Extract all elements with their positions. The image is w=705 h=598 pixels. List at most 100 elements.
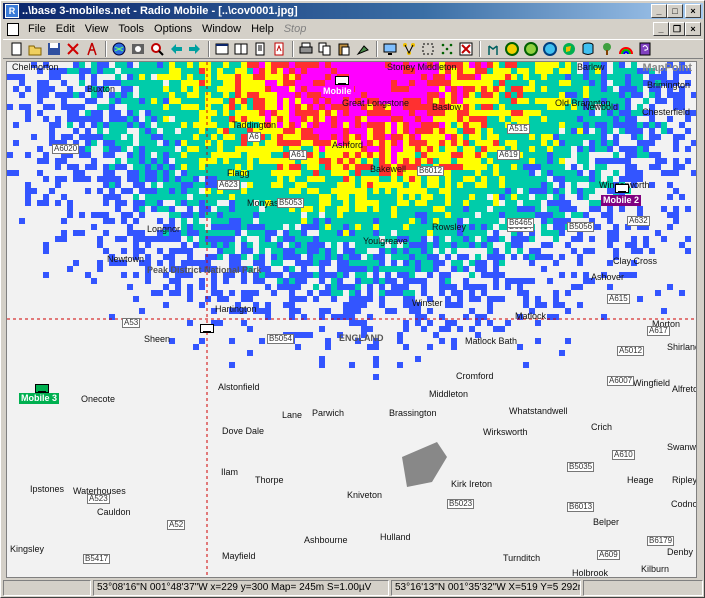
map-properties-icon[interactable]	[129, 41, 147, 57]
coverage-cell	[415, 110, 421, 116]
coverage-cell	[79, 152, 85, 158]
maximize-button[interactable]: □	[667, 4, 683, 18]
mobile-2-unit-label[interactable]: Mobile 2	[601, 195, 642, 206]
tree-icon[interactable]	[598, 41, 616, 57]
coverage-cell	[211, 290, 217, 296]
window-icon[interactable]	[213, 41, 231, 57]
coverage-cell	[493, 272, 499, 278]
menu-view[interactable]: View	[80, 21, 114, 37]
coverage-cell	[583, 152, 589, 158]
coverage-map[interactable]: MapPoint Chelmorton Buxton Chesterfield Bar…	[6, 61, 697, 578]
coverage-cell	[589, 116, 595, 122]
coverage-cell	[337, 110, 343, 116]
new-file-icon[interactable]	[7, 41, 25, 57]
vertical-scrollbar[interactable]	[697, 61, 703, 578]
database-icon[interactable]	[579, 41, 597, 57]
mdi-close-button[interactable]: ×	[685, 22, 701, 36]
select-area-icon[interactable]	[419, 41, 437, 57]
coverage-cell	[433, 332, 439, 338]
coverage-cell	[217, 134, 223, 140]
coverage-cell	[307, 224, 313, 230]
monitor-icon[interactable]	[381, 41, 399, 57]
print-icon[interactable]	[297, 41, 315, 57]
road-label: B6179	[647, 536, 675, 546]
coverage-cell	[463, 278, 469, 284]
coverage-cell	[385, 188, 391, 194]
coverage-cell	[421, 194, 427, 200]
coverage-cell	[373, 152, 379, 158]
coverage-cell	[217, 104, 223, 110]
coverage-cell	[289, 92, 295, 98]
coverage-cell	[541, 128, 547, 134]
pick-icon[interactable]	[354, 41, 372, 57]
radio-mobile-app-icon[interactable]: R	[5, 4, 19, 18]
coverage-cell	[187, 284, 193, 290]
mdi-minimize-button[interactable]: _	[653, 22, 669, 36]
mobile-3-unit-label[interactable]: Mobile 3	[19, 393, 60, 404]
coverage-cell	[391, 248, 397, 254]
document-icon[interactable]	[7, 22, 19, 36]
coverage-cell	[547, 182, 553, 188]
split-window-icon[interactable]	[232, 41, 250, 57]
coverage-cell	[43, 248, 49, 254]
menu-help[interactable]: Help	[246, 21, 279, 37]
menu-stop[interactable]: Stop	[279, 21, 312, 37]
rainbow-icon[interactable]	[617, 41, 635, 57]
mobile-3-unit-icon[interactable]	[35, 384, 49, 393]
help-icon[interactable]	[636, 41, 654, 57]
combined-coverage-icon[interactable]	[541, 41, 559, 57]
coverage-cell	[337, 128, 343, 134]
coverage-cell	[391, 206, 397, 212]
coverage-cell	[295, 176, 301, 182]
coverage-cell	[259, 170, 265, 176]
coverage-cell	[307, 98, 313, 104]
coverage-icon[interactable]	[503, 41, 521, 57]
town-label: Matlock Bath	[465, 336, 518, 346]
coverage-cell	[361, 74, 367, 80]
minimize-button[interactable]: _	[651, 4, 667, 18]
radio-link-icon[interactable]	[484, 41, 502, 57]
coverage-cell	[205, 212, 211, 218]
paste-icon[interactable]	[335, 41, 353, 57]
base-station-icon[interactable]	[200, 324, 214, 333]
copy-icon[interactable]	[316, 41, 334, 57]
menu-options[interactable]: Options	[149, 21, 197, 37]
globe-icon[interactable]	[110, 41, 128, 57]
open-folder-icon[interactable]	[26, 41, 44, 57]
cancel-x-icon[interactable]	[457, 41, 475, 57]
zoom-icon[interactable]	[148, 41, 166, 57]
coverage-cell	[337, 188, 343, 194]
mdi-restore-button[interactable]: ❐	[669, 22, 685, 36]
back-arrow-icon[interactable]	[167, 41, 185, 57]
unit-x-red-icon[interactable]	[64, 41, 82, 57]
mobile-unit-icon[interactable]	[335, 76, 349, 85]
title-bar[interactable]: R ..\base 3-mobiles.net - Radio Mobile -…	[3, 3, 703, 19]
menu-file[interactable]: File	[23, 21, 51, 37]
menu-tools[interactable]: Tools	[113, 21, 149, 37]
coverage-cell	[403, 278, 409, 284]
document-view-icon[interactable]	[251, 41, 269, 57]
coverage-cell	[553, 224, 559, 230]
mobile-unit-label[interactable]: Mobile	[321, 86, 354, 97]
coverage-cell	[361, 206, 367, 212]
close-button[interactable]: ×	[685, 4, 701, 18]
menu-edit[interactable]: Edit	[51, 21, 80, 37]
unit-tower-icon[interactable]	[83, 41, 101, 57]
network-icon[interactable]	[400, 41, 418, 57]
forward-arrow-icon[interactable]	[186, 41, 204, 57]
save-icon[interactable]	[45, 41, 63, 57]
coverage-cell	[511, 182, 517, 188]
coverage-cell	[151, 62, 157, 68]
coverage-cell	[271, 170, 277, 176]
grid-dots-icon[interactable]	[438, 41, 456, 57]
earth-view-icon[interactable]	[560, 41, 578, 57]
pdf-icon[interactable]	[270, 41, 288, 57]
coverage-cell	[199, 284, 205, 290]
coverage-cell	[271, 134, 277, 140]
coverage-cell	[487, 152, 493, 158]
menu-window[interactable]: Window	[197, 21, 246, 37]
mobile-2-unit-icon[interactable]	[615, 184, 629, 193]
coverage-cell	[577, 116, 583, 122]
coverage-cell	[349, 362, 355, 368]
polar-coverage-icon[interactable]	[522, 41, 540, 57]
